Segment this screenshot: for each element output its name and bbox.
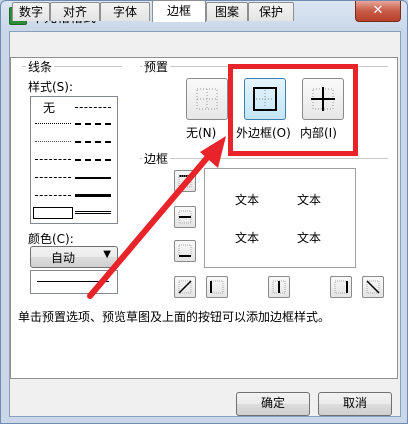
annotation-arrow-icon bbox=[87, 136, 226, 299]
tab-border[interactable]: 边框 bbox=[152, 0, 206, 22]
cancel-button[interactable]: 取消 bbox=[318, 392, 392, 416]
ok-button[interactable]: 确定 bbox=[236, 392, 310, 416]
